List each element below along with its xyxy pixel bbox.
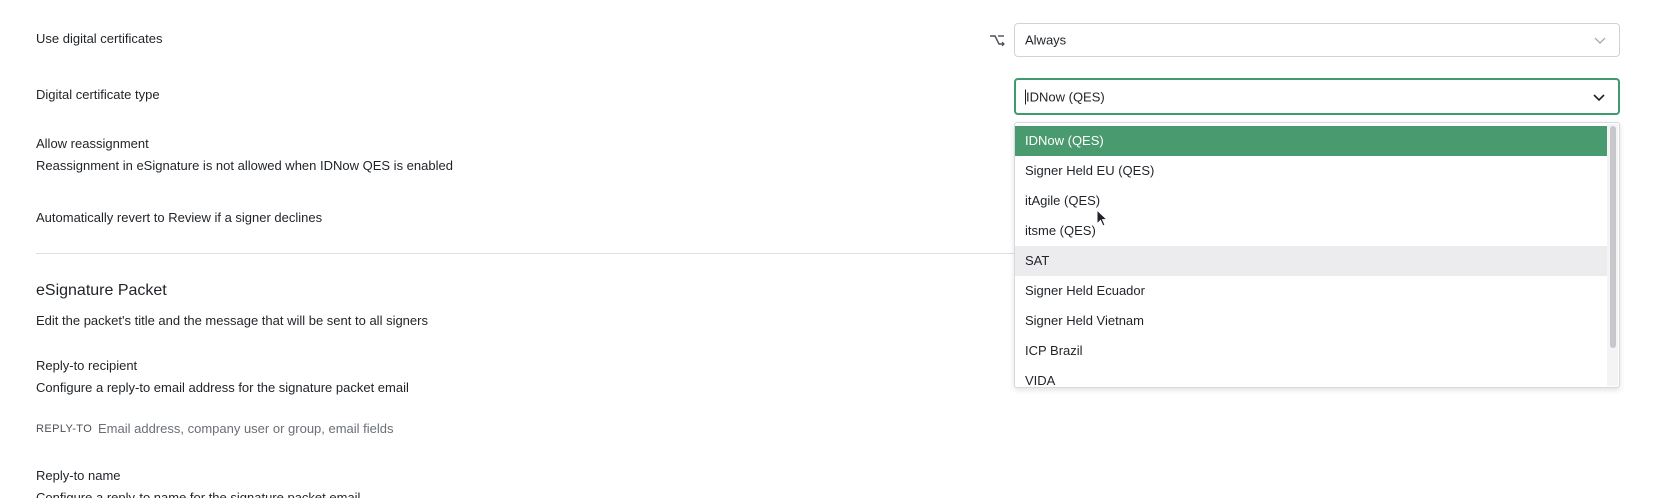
- reply-to-recipient-description: Configure a reply-to email address for t…: [36, 380, 409, 395]
- mouse-cursor-icon: [1096, 209, 1109, 227]
- dropdown-option[interactable]: SAT: [1015, 246, 1607, 276]
- digital-certificate-type-select[interactable]: IDNow (QES): [1014, 78, 1620, 115]
- settings-page: Use digital certificates Digital certifi…: [0, 0, 1674, 498]
- dropdown-option[interactable]: VIDA: [1015, 366, 1607, 387]
- use-digital-certificates-select[interactable]: Always: [1014, 23, 1620, 57]
- reply-to-recipient-label: Reply-to recipient: [36, 358, 138, 373]
- chevron-down-icon: [1594, 37, 1606, 44]
- dropdown-option[interactable]: Signer Held Vietnam: [1015, 306, 1607, 336]
- allow-reassignment-description: Reassignment in eSignature is not allowe…: [36, 158, 453, 173]
- dropdown-scrollbar-thumb[interactable]: [1610, 126, 1616, 348]
- certificate-type-dropdown[interactable]: IDNow (QES) Signer Held EU (QES) itAgile…: [1014, 122, 1620, 388]
- section-divider: [36, 253, 1046, 254]
- esignature-packet-title: eSignature Packet: [36, 282, 167, 299]
- dropdown-option[interactable]: Signer Held EU (QES): [1015, 156, 1607, 186]
- branch-icon[interactable]: [988, 31, 1006, 49]
- dropdown-option[interactable]: Signer Held Ecuador: [1015, 276, 1607, 306]
- dropdown-option[interactable]: IDNow (QES): [1015, 126, 1607, 156]
- esignature-packet-description: Edit the packet's title and the message …: [36, 313, 428, 328]
- reply-to-name-label: Reply-to name: [36, 468, 121, 483]
- use-digital-certificates-value: Always: [1025, 32, 1067, 48]
- allow-reassignment-label: Allow reassignment: [36, 136, 149, 151]
- digital-certificate-type-label: Digital certificate type: [36, 87, 160, 102]
- use-digital-certificates-label: Use digital certificates: [36, 31, 163, 46]
- auto-revert-label: Automatically revert to Review if a sign…: [36, 210, 323, 225]
- chevron-down-icon: [1593, 93, 1605, 101]
- reply-to-field-label: REPLY-TO: [36, 423, 93, 435]
- dropdown-option[interactable]: ICP Brazil: [1015, 336, 1607, 366]
- digital-certificate-type-value: IDNow (QES): [1026, 89, 1105, 104]
- reply-to-input[interactable]: Email address, company user or group, em…: [98, 420, 394, 437]
- reply-to-name-description: Configure a reply-to name for the signat…: [36, 490, 361, 498]
